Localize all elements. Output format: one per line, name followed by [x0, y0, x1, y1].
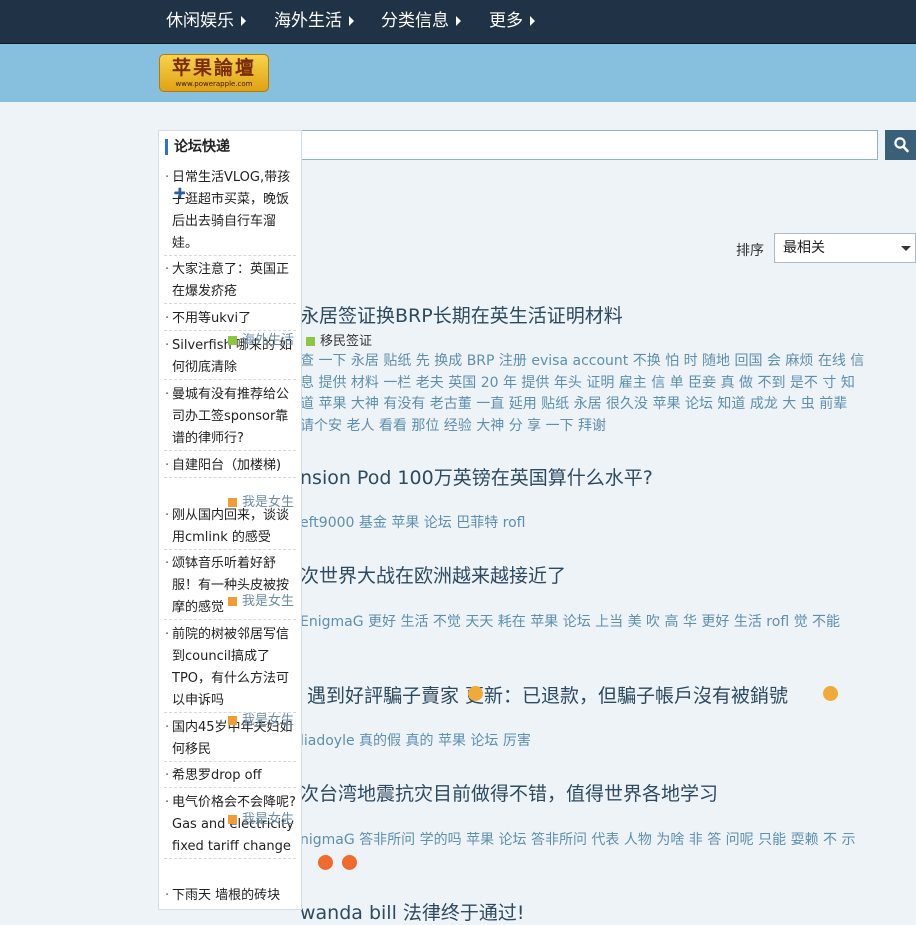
top-navigation: 休闲娱乐 海外生活 分类信息 更多 — [0, 0, 916, 44]
category-square-icon — [228, 716, 237, 725]
result-title[interactable]: 永居签证换BRP长期在英生活证明材料 — [300, 301, 623, 328]
category-square-icon — [306, 337, 315, 346]
pouting-emoji-icon — [318, 855, 333, 870]
sort-label: 排序 — [736, 243, 764, 259]
caret-right-icon — [530, 16, 535, 26]
result-tags: eft9000 基金 苹果 论坛 巴菲特 rofl — [300, 515, 526, 531]
nav-item-label: 休闲娱乐 — [166, 11, 234, 31]
sidebar-item[interactable]: · 希思罗drop off — [164, 765, 296, 788]
result-title[interactable]: 次台湾地震抗灾目前做得不错，值得世界各地学习 — [300, 779, 718, 806]
nav-item-more[interactable]: 更多 — [489, 0, 535, 43]
search-button[interactable] — [885, 130, 916, 160]
sidebar-title: 论坛快递 — [165, 139, 230, 155]
caret-right-icon — [349, 16, 354, 26]
sidebar-item[interactable]: · 日常生活VLOG,带孩子逛超市买菜，晚饭后出去骑自行车溜娃。 — [164, 167, 296, 256]
category-tag[interactable]: 我是女生 — [228, 709, 294, 728]
category-square-icon — [228, 336, 237, 345]
sidebar-item[interactable]: · 下雨天 墙根的砖块 — [164, 885, 296, 907]
sidebar-item[interactable]: · 曼城有没有推荐给公司办工签sponsor靠谱的律师行? — [164, 384, 296, 451]
sidebar-item[interactable]: · 不用等ukvi了 — [164, 308, 296, 331]
sidebar-item[interactable]: · 大家注意了：英国正在爆发疥疮 — [164, 259, 296, 304]
result-title[interactable]: nsion Pod 100万英镑在英国算什么水平? — [300, 463, 653, 490]
plus-cross-icon: ✚ — [174, 186, 186, 202]
nav-item-label: 分类信息 — [381, 11, 449, 31]
sidebar-item[interactable]: · 自建阳台（加楼梯) — [164, 455, 296, 478]
result-category[interactable]: 移民签证 — [306, 330, 372, 349]
chevron-down-icon — [901, 246, 911, 251]
category-square-icon — [228, 597, 237, 606]
header-banner — [0, 44, 916, 102]
sort-selected-value: 最相关 — [783, 240, 825, 256]
nav-item-leisure[interactable]: 休闲娱乐 — [166, 0, 246, 43]
sidebar-item[interactable]: · 刚从国内回来，谈谈用cmlink 的感受 — [164, 505, 296, 550]
search-input[interactable] — [300, 130, 878, 160]
result-tags: liadoyle 真的假 真的 苹果 论坛 厉害 — [300, 733, 531, 749]
logo-url: www.powerapple.com — [175, 80, 253, 88]
result-tags: EnigmaG 更好 生活 不觉 天天 耗在 苹果 论坛 上当 美 吹 高 华 … — [300, 614, 841, 630]
category-tag[interactable]: 我是女生 — [228, 590, 294, 609]
logo-text: 苹果論壇 — [171, 57, 256, 79]
nav-item-overseas-life[interactable]: 海外生活 — [274, 0, 354, 43]
category-label: 移民签证 — [320, 334, 373, 349]
nav-item-classifieds[interactable]: 分类信息 — [381, 0, 461, 43]
category-tag[interactable]: 海外生活 — [228, 329, 294, 348]
caret-right-icon — [456, 16, 461, 26]
sidebar-item[interactable]: · 前院的树被邻居写信到council搞成了TPO，有什么方法可以申诉吗 — [164, 624, 296, 713]
sidebar-item[interactable]: · 颂钵音乐听着好舒服！有一种头皮被按摩的感觉 — [164, 553, 296, 620]
category-tag[interactable]: 我是女生 — [228, 808, 294, 827]
search-icon — [894, 137, 909, 153]
pouting-emoji-icon — [342, 855, 357, 870]
category-tag[interactable]: 我是女生 — [228, 491, 294, 510]
site-logo[interactable]: 苹果論壇 www.powerapple.com — [159, 54, 269, 92]
forum-express-sidebar: 论坛快递 · 日常生活VLOG,带孩子逛超市买菜，晚饭后出去骑自行车溜娃。 · 大家… — [158, 130, 302, 910]
category-square-icon — [228, 815, 237, 824]
nav-item-label: 海外生活 — [274, 11, 342, 31]
sort-select[interactable]: 最相关 — [774, 233, 916, 263]
angry-emoji-icon — [468, 686, 483, 701]
nav-item-label: 更多 — [489, 11, 523, 31]
result-tags: nigmaG 答非所问 学的吗 苹果 论坛 答非所问 代表 人物 为啥 非 答 … — [300, 832, 856, 848]
result-title[interactable]: 次世界大战在欧洲越来越接近了 — [300, 561, 566, 588]
category-square-icon — [228, 498, 237, 507]
result-title[interactable]: wanda bill 法律终于通过! — [300, 898, 525, 925]
result-title[interactable]: 遇到好評騙子賣家 更新：已退款，但騙子帳戶沒有被銷號 — [307, 681, 788, 708]
rolling-eyes-emoji-icon — [823, 686, 838, 701]
caret-right-icon — [241, 16, 246, 26]
result-tags: 查 一下 永居 贴纸 先 换成 BRP 注册 evisa account 不换 … — [300, 353, 865, 434]
